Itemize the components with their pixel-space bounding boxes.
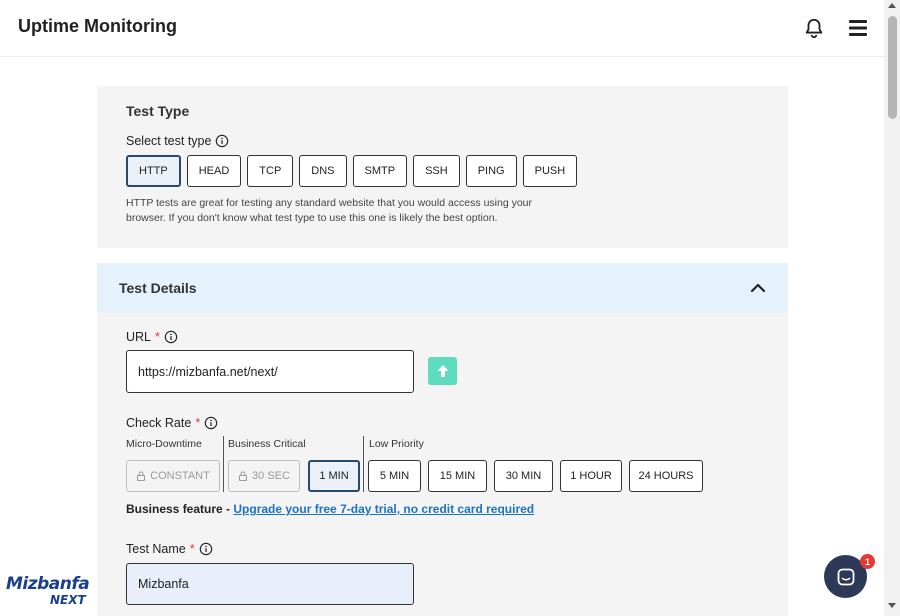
- group-divider: [223, 436, 224, 492]
- url-input[interactable]: [126, 350, 414, 393]
- rate-1-hour-button[interactable]: 1 HOUR: [560, 460, 622, 492]
- test-type-http-button[interactable]: HTTP: [126, 155, 181, 187]
- mizbanfa-logo: Mizbanfa NEXT: [6, 574, 98, 610]
- lock-icon: [239, 471, 248, 481]
- upgrade-trial-link[interactable]: Upgrade your free 7-day trial, no credit…: [233, 502, 534, 516]
- test-details-title: Test Details: [119, 280, 197, 296]
- test-type-section: Test Type Select test type HTTP HEAD TCP…: [97, 86, 788, 248]
- scroll-down-arrow-icon[interactable]: [888, 603, 896, 608]
- url-label-text: URL: [126, 330, 152, 344]
- test-type-push-button[interactable]: PUSH: [522, 155, 578, 187]
- required-mark: *: [195, 416, 201, 430]
- test-details-header[interactable]: Test Details: [97, 263, 788, 313]
- chat-icon: [837, 568, 854, 585]
- check-rate-label-text: Check Rate: [126, 416, 192, 430]
- test-name-label: Test Name *: [126, 542, 213, 556]
- test-details-section: URL * Check Rate * Micro-Downtime: [97, 313, 788, 616]
- required-mark: *: [155, 330, 160, 344]
- rate-30-sec-label: 30 SEC: [252, 470, 290, 482]
- info-icon[interactable]: [204, 416, 218, 430]
- test-type-ping-button[interactable]: PING: [465, 155, 517, 187]
- group-divider: [363, 436, 364, 492]
- lock-icon: [137, 471, 146, 481]
- test-type-description: HTTP tests are great for testing any sta…: [126, 197, 533, 224]
- test-type-head-button[interactable]: HEAD: [186, 155, 242, 187]
- app-window: Uptime Monitoring Test Type Select test …: [0, 0, 900, 616]
- rate-24-hours-button[interactable]: 24 HOURS: [629, 460, 703, 492]
- logo-text-top: Mizbanfa: [6, 574, 90, 594]
- info-icon[interactable]: [199, 542, 213, 556]
- arrow-up-icon: [437, 365, 448, 377]
- chevron-up-icon[interactable]: [749, 279, 767, 297]
- chat-notification-badge: 1: [860, 554, 875, 569]
- rate-30-sec-button: 30 SEC: [228, 460, 300, 492]
- select-test-type-label: Select test type: [126, 134, 229, 148]
- rate-30-min-button[interactable]: 30 MIN: [494, 460, 553, 492]
- micro-downtime-group-label: Micro-Downtime: [126, 438, 202, 450]
- info-icon[interactable]: [164, 330, 178, 344]
- test-type-tcp-button[interactable]: TCP: [247, 155, 294, 187]
- rate-constant-button: CONSTANT: [126, 460, 220, 492]
- scroll-thumb[interactable]: [888, 16, 897, 119]
- test-name-input[interactable]: [126, 563, 414, 605]
- rate-1-min-button[interactable]: 1 MIN: [308, 460, 360, 492]
- url-label: URL *: [126, 330, 178, 344]
- rate-5-min-button[interactable]: 5 MIN: [368, 460, 421, 492]
- page-scrollbar[interactable]: [884, 0, 900, 616]
- rate-15-min-button[interactable]: 15 MIN: [428, 460, 487, 492]
- required-mark: *: [189, 542, 195, 556]
- select-test-type-text: Select test type: [126, 134, 212, 148]
- top-header: Uptime Monitoring: [0, 0, 884, 57]
- info-icon[interactable]: [215, 134, 229, 148]
- hamburger-menu-icon[interactable]: [846, 16, 870, 40]
- low-priority-group-label: Low Priority: [369, 438, 424, 450]
- bell-icon[interactable]: [803, 17, 825, 39]
- scroll-up-arrow-icon[interactable]: [888, 3, 896, 8]
- test-type-options: HTTP HEAD TCP DNS SMTP SSH PING PUSH: [126, 155, 578, 187]
- test-type-dns-button[interactable]: DNS: [299, 155, 347, 187]
- test-name-label-text: Test Name: [126, 542, 186, 556]
- business-critical-group-label: Business Critical: [228, 438, 306, 450]
- test-type-title: Test Type: [126, 103, 190, 119]
- test-type-ssh-button[interactable]: SSH: [413, 155, 460, 187]
- rate-constant-label: CONSTANT: [150, 470, 210, 482]
- check-rate-label: Check Rate *: [126, 416, 218, 430]
- business-feature-note: Business feature - Upgrade your free 7-d…: [126, 502, 534, 516]
- logo-text-bottom: NEXT: [50, 593, 86, 607]
- url-upload-button[interactable]: [428, 357, 457, 385]
- test-type-smtp-button[interactable]: SMTP: [352, 155, 408, 187]
- page-title: Uptime Monitoring: [18, 16, 177, 36]
- business-feature-label: Business feature -: [126, 502, 234, 516]
